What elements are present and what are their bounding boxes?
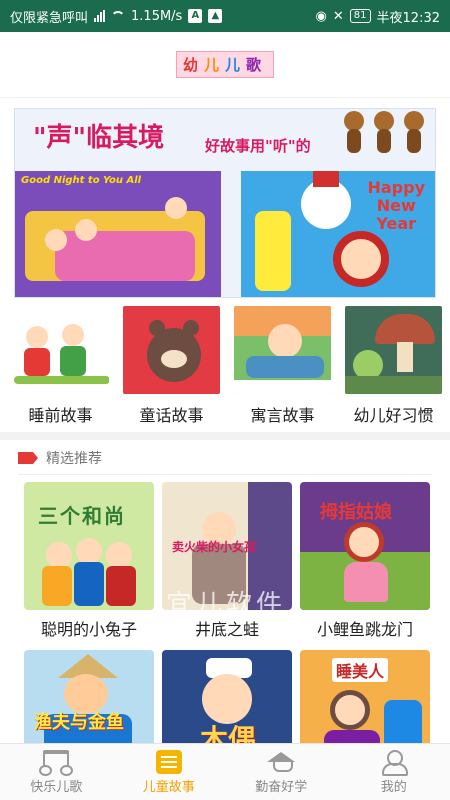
nav-label: 儿童故事 [142,779,195,795]
monkey-illustration [341,111,427,159]
promo-banner[interactable]: "声"临其境 好故事用"听"的 Good Night to You All Ha… [14,108,436,298]
category-fairy-tales[interactable]: 童话故事 [123,306,220,426]
app-header: 幼 儿 儿 歌 [0,32,450,98]
user-icon [381,749,408,776]
cover-text: 卖火柴的小女孩 [172,540,257,554]
bottom-nav: 快乐儿歌 儿童故事 勤奋好学 我的 [0,743,450,800]
nav-tab-study[interactable]: 勤奋好学 [225,744,338,800]
nav-label: 勤奋好学 [255,779,308,795]
section-title: 精选推荐 [46,451,102,467]
clock: 半夜12:32 [376,10,440,26]
cover-text: 睡美人 [332,658,389,682]
category-label: 童话故事 [139,406,204,425]
category-bedtime-stories[interactable]: 睡前故事 [12,306,109,426]
story-card[interactable]: 拇指姑娘 小鲤鱼跳龙门 [300,482,430,640]
wifi-icon [111,11,126,21]
logo-char: 幼 [182,56,204,74]
cover-text: 渔夫与金鱼 [34,712,124,733]
story-title: 井底之蛙 [194,620,259,639]
nav-label: 快乐儿歌 [30,779,83,795]
music-note-icon [39,749,74,776]
section-header: 精选推荐 [18,448,102,468]
story-cover: 三个和尚 [24,482,154,610]
banner-left-illustration: Good Night to You All [15,171,221,297]
flag-icon [18,452,38,464]
network-speed: 1.15M/s [131,8,183,24]
category-label: 幼儿好习惯 [353,406,434,425]
nav-tab-mine[interactable]: 我的 [338,744,450,800]
section-underline [18,474,432,475]
right-caption-line: Year [376,214,417,233]
book-icon [155,749,182,774]
right-caption: Happy New Year [367,179,425,233]
logo-char: 歌 [246,56,268,74]
notification-app-icon: A [188,9,203,23]
signal-icon [94,10,106,22]
category-row: 睡前故事 童话故事 寓言故事 幼儿好习惯 [12,306,442,426]
category-good-habits[interactable]: 幼儿好习惯 [345,306,442,426]
battery-icon: 81 [349,9,371,23]
nav-label: 我的 [380,779,407,795]
category-thumbnail [12,306,109,394]
story-card[interactable]: 三个和尚 聪明的小兔子 [24,482,154,640]
category-label: 寓言故事 [250,406,315,425]
logo-char: 儿 [203,56,225,74]
graduation-cap-icon [267,750,296,774]
left-caption: Good Night to You All [21,175,142,186]
app-logo: 幼 儿 儿 歌 [175,51,275,78]
story-card[interactable]: 卖火柴的小女孩 井底之蛙 [162,482,292,640]
category-thumbnail [234,306,331,394]
category-thumbnail [345,306,442,394]
category-fables[interactable]: 寓言故事 [234,306,331,426]
nav-tab-stories[interactable]: 儿童故事 [113,744,226,800]
eye-icon: ◉ [315,8,327,24]
logo-char: 儿 [225,56,247,74]
mute-icon: ✕ [332,8,344,24]
notification-photo-icon: ▲ [208,9,223,23]
story-cover: 拇指姑娘 [300,482,430,610]
nav-tab-songs[interactable]: 快乐儿歌 [0,744,113,800]
status-bar: 仅限紧急呼叫 1.15M/s A ▲ ◉ ✕ 81 半夜12:32 [0,0,450,32]
banner-right-illustration: Happy New Year [241,171,435,297]
cover-text: 三个和尚 [38,504,126,528]
category-thumbnail [123,306,220,394]
story-title: 小鲤鱼跳龙门 [316,620,413,639]
banner-subtitle: 好故事用"听"的 [205,137,311,155]
right-caption-line: New [376,196,416,215]
banner-title: "声"临其境 [33,123,165,153]
section-divider [0,432,450,440]
category-label: 睡前故事 [28,406,93,425]
carrier-text: 仅限紧急呼叫 [10,10,89,26]
cover-text: 拇指姑娘 [320,502,392,523]
story-cover: 卖火柴的小女孩 [162,482,292,610]
story-title: 聪明的小兔子 [40,620,137,639]
right-caption-line: Happy [367,178,425,197]
